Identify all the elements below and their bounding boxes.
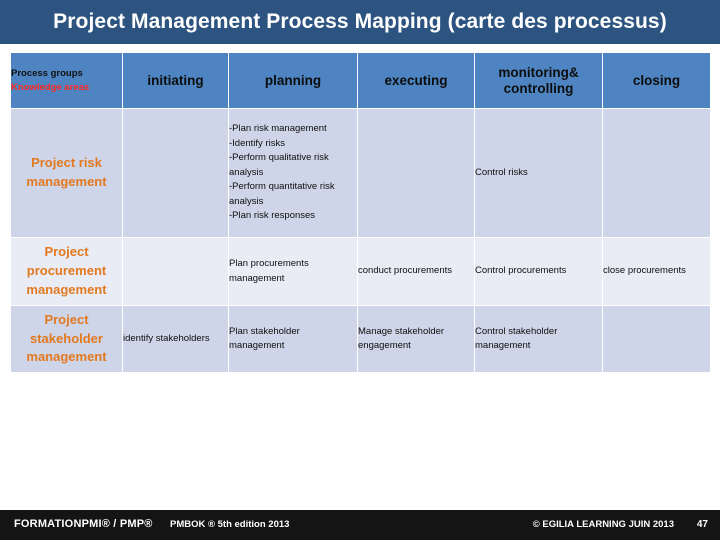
knowledge-areas-label: Knowledge areas — [11, 81, 90, 93]
cell-risk-executing — [357, 108, 475, 238]
list-item: -Perform quantitative risk analysis — [229, 181, 335, 207]
cell-stakeholder-planning: Plan stakeholder management — [228, 305, 358, 373]
knowledge-area-stakeholder: Project stakeholder management — [10, 305, 123, 373]
cell-procurement-executing: conduct procurements — [357, 237, 475, 306]
list-item: -Perform qualitative risk analysis — [229, 152, 329, 178]
area-line-2: management — [26, 174, 107, 189]
process-mapping-table: Process groups Knowledge areas initiatin… — [10, 52, 711, 373]
area-line-3: management — [26, 281, 107, 297]
area-line-2: procurement — [26, 263, 107, 279]
cell-risk-closing — [602, 108, 711, 238]
process-list: -Plan risk management -Identify risks -P… — [229, 122, 357, 223]
list-item: -Plan risk responses — [229, 210, 316, 222]
area-line-1: Project risk — [31, 155, 102, 171]
page-title: Project Management Process Mapping (cart… — [53, 10, 667, 33]
table-row: Project risk management -Plan risk manag… — [10, 108, 711, 238]
cell-procurement-closing: close procurements — [602, 237, 711, 306]
monitoring-line-2: controlling — [503, 80, 574, 96]
table-header-row: Process groups Knowledge areas initiatin… — [10, 52, 711, 109]
column-header-closing: closing — [602, 52, 711, 109]
list-item: -Plan risk management — [229, 123, 327, 135]
cell-risk-monitoring: Control risks — [474, 108, 603, 238]
table-row: Project procurement management Plan proc… — [10, 237, 711, 306]
list-item: -Identify risks — [229, 137, 285, 149]
footer-middle-text: PMBOK ® 5th edition 2013 — [170, 519, 290, 530]
page-number: 47 — [696, 519, 708, 530]
cell-stakeholder-executing: Manage stakeholder engagement — [357, 305, 475, 373]
column-header-monitoring-controlling: monitoring& controlling — [474, 52, 603, 109]
area-line-1: Project — [44, 244, 89, 260]
column-header-planning: planning — [228, 52, 358, 109]
monitoring-line-1: monitoring& — [498, 64, 579, 80]
header-corner-cell: Process groups Knowledge areas — [10, 52, 123, 109]
area-line-1: Project — [44, 311, 89, 327]
cell-risk-planning: -Plan risk management -Identify risks -P… — [228, 108, 358, 238]
table-row: Project stakeholder management identify … — [10, 305, 711, 373]
cell-procurement-monitoring: Control procurements — [474, 237, 603, 306]
footer-bar: FORMATIONPMI® / PMP® PMBOK ® 5th edition… — [0, 510, 720, 540]
cell-procurement-initiating — [122, 237, 229, 306]
area-line-2: stakeholder — [30, 330, 103, 346]
column-header-executing: executing — [357, 52, 475, 109]
cell-stakeholder-monitoring: Control stakeholder management — [474, 305, 603, 373]
process-groups-label: Process groups — [11, 68, 83, 80]
column-header-initiating: initiating — [122, 52, 229, 109]
title-banner: Project Management Process Mapping (cart… — [0, 0, 720, 44]
cell-stakeholder-closing — [602, 305, 711, 373]
knowledge-area-procurement: Project procurement management — [10, 237, 123, 306]
footer-left-text: FORMATIONPMI® / PMP® — [14, 518, 153, 530]
footer-copyright-text: © EGILIA LEARNING JUIN 2013 — [532, 519, 674, 530]
cell-procurement-planning: Plan procurements management — [228, 237, 358, 306]
knowledge-area-risk: Project risk management — [10, 108, 123, 238]
cell-stakeholder-initiating: identify stakeholders — [122, 305, 229, 373]
cell-risk-initiating — [122, 108, 229, 238]
area-line-3: management — [26, 349, 107, 365]
